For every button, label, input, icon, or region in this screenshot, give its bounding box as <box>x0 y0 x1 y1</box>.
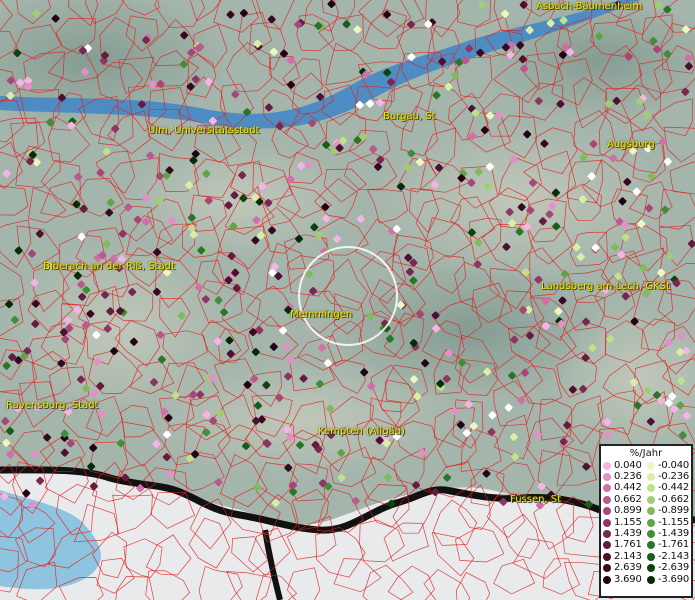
legend-value: -1.439 <box>658 528 690 540</box>
city-label-asbach: Asbach-Bäumenheim <box>536 1 643 12</box>
legend-value: 2.639 <box>614 562 642 574</box>
city-label-biberach: Biberach an der Riß, Stadt <box>43 261 175 272</box>
legend-swatch <box>603 473 611 482</box>
legend-value: 0.442 <box>614 482 642 494</box>
legend-swatch <box>647 575 655 584</box>
legend-value: -2.639 <box>658 562 690 574</box>
legend-title: %/Jahr <box>629 448 663 459</box>
legend-swatch <box>603 484 611 493</box>
city-label-burgau: Burgau, St <box>383 111 436 122</box>
legend-row: -2.143 <box>647 551 691 562</box>
legend-row: -1.155 <box>647 517 691 528</box>
legend-swatch <box>647 530 655 539</box>
legend-swatch <box>603 495 611 504</box>
legend-negative-column: -0.040 -0.236 -0.442 -0.662 -0.899 -1.155 -1.4… <box>647 460 691 585</box>
city-label-landsberg: Landsberg am Lech, GKSt <box>541 281 670 292</box>
city-label-augsburg: Augsburg <box>607 139 655 150</box>
legend-row: -0.899 <box>647 506 691 517</box>
legend-value: 1.761 <box>614 539 642 551</box>
legend-row: 0.040 <box>603 460 647 471</box>
legend-value: -0.040 <box>658 459 690 471</box>
legend-row: 1.439 <box>603 528 647 539</box>
legend-row: 0.662 <box>603 494 647 505</box>
legend-swatch <box>603 575 611 584</box>
legend-swatch <box>603 507 611 516</box>
legend-row: 0.236 <box>603 471 647 482</box>
legend-swatch <box>647 564 655 573</box>
legend-row: 1.155 <box>603 517 647 528</box>
legend-row: 2.639 <box>603 563 647 574</box>
legend-value: 3.690 <box>614 573 642 585</box>
legend-swatch <box>603 461 611 470</box>
legend-value: 1.439 <box>614 528 642 540</box>
legend-swatch <box>647 495 655 504</box>
legend-row: -0.662 <box>647 494 691 505</box>
legend-row: -1.439 <box>647 528 691 539</box>
legend-swatch <box>603 541 611 550</box>
legend-swatch <box>647 541 655 550</box>
legend-positive-column: 0.040 0.236 0.442 0.662 0.899 1.155 1.439 1.761… <box>603 460 647 585</box>
legend-swatch <box>647 461 655 470</box>
legend-value: 2.143 <box>614 550 642 562</box>
legend-swatch <box>647 518 655 527</box>
legend-row: 0.442 <box>603 483 647 494</box>
city-label-ravensburg: Ravensburg, Stadt <box>6 400 99 411</box>
legend-row: 3.690 <box>603 574 647 585</box>
legend: %/Jahr 0.040 0.236 0.442 0.662 0.899 1.155 1.4… <box>599 444 693 598</box>
legend-value: -3.690 <box>658 573 690 585</box>
legend-value: 0.236 <box>614 471 642 483</box>
selection-ring <box>298 246 398 346</box>
legend-swatch <box>603 564 611 573</box>
legend-row: -3.690 <box>647 574 691 585</box>
legend-value: -0.442 <box>658 482 690 494</box>
legend-row: -0.442 <box>647 483 691 494</box>
legend-swatch <box>647 552 655 561</box>
city-label-ulm: Ulm, Universitätsstadt <box>148 125 260 136</box>
legend-row: -0.040 <box>647 460 691 471</box>
legend-value: -2.143 <box>658 550 690 562</box>
legend-row: 1.761 <box>603 540 647 551</box>
legend-value: 0.662 <box>614 493 642 505</box>
legend-swatch <box>647 507 655 516</box>
legend-swatch <box>603 518 611 527</box>
legend-swatch <box>603 552 611 561</box>
legend-value: -0.662 <box>658 493 690 505</box>
legend-row: 0.899 <box>603 506 647 517</box>
city-label-memmingen: Memmingen <box>290 309 353 320</box>
legend-row: -0.236 <box>647 471 691 482</box>
legend-value: -0.236 <box>658 471 690 483</box>
city-label-kempten: Kempten (Allgäu) <box>318 426 405 437</box>
legend-swatch <box>647 484 655 493</box>
legend-value: -1.155 <box>658 516 690 528</box>
legend-value: -0.899 <box>658 505 690 517</box>
legend-row: -2.639 <box>647 563 691 574</box>
legend-value: 0.899 <box>614 505 642 517</box>
legend-row: -1.761 <box>647 540 691 551</box>
legend-swatch <box>647 473 655 482</box>
legend-value: -1.761 <box>658 539 690 551</box>
legend-value: 1.155 <box>614 516 642 528</box>
legend-swatch <box>603 530 611 539</box>
legend-value: 0.040 <box>614 459 642 471</box>
city-label-fuessen: Füssen, St <box>510 494 562 505</box>
legend-row: 2.143 <box>603 551 647 562</box>
map-view[interactable]: Asbach-Bäumenheim Ulm, Universitätsstadt… <box>0 0 695 600</box>
